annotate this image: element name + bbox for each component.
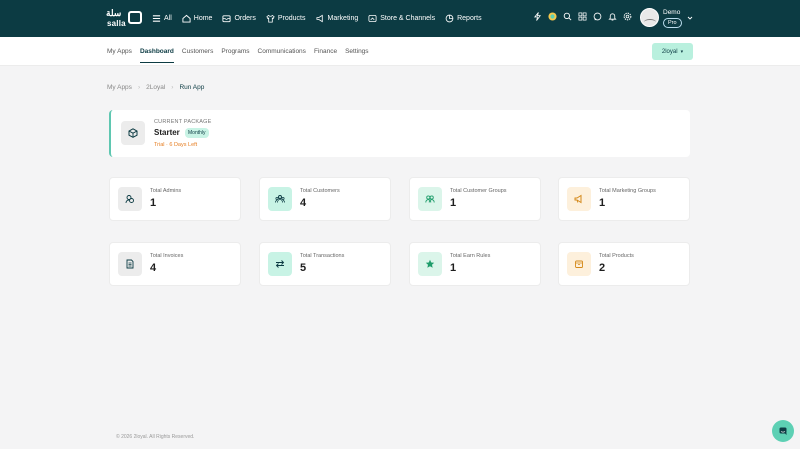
home-icon xyxy=(182,14,191,23)
invoice-icon xyxy=(118,252,142,276)
stat-card-admins: Total Admins 1 xyxy=(109,177,241,221)
top-icons xyxy=(533,12,632,21)
shirt-icon xyxy=(266,14,275,23)
tab-programs[interactable]: Programs xyxy=(221,37,249,66)
stat-value: 1 xyxy=(599,197,606,209)
tab-finance[interactable]: Finance xyxy=(314,37,337,66)
package-period-badge: Monthly xyxy=(185,128,209,138)
nav-reports[interactable]: Reports xyxy=(445,14,482,23)
lightning-icon[interactable] xyxy=(533,12,542,21)
store-icon xyxy=(368,14,377,23)
sub-nav: My Apps Dashboard Customers Programs Com… xyxy=(0,37,800,66)
nav-marketing[interactable]: Marketing xyxy=(315,14,359,23)
footer-copyright: © 2026 2loyal. All Rights Reserved. xyxy=(116,434,195,440)
apps-grid-icon[interactable] xyxy=(578,12,587,21)
box-icon xyxy=(567,252,591,276)
tab-communications[interactable]: Communications xyxy=(258,37,306,66)
transfer-icon xyxy=(268,252,292,276)
admins-icon xyxy=(118,187,142,211)
logo-latin-text: salla xyxy=(107,19,126,28)
megaphone-icon xyxy=(567,187,591,211)
user-name: Demo xyxy=(663,9,681,16)
chat-icon[interactable] xyxy=(593,12,602,21)
avatar[interactable] xyxy=(640,8,659,27)
nav-all-label: All xyxy=(164,15,172,22)
bag-icon xyxy=(128,11,142,24)
support-chat-button[interactable] xyxy=(772,420,794,442)
nav-products-label: Products xyxy=(277,15,306,22)
star-icon xyxy=(418,252,442,276)
stat-card-earn-rules: Total Earn Rules 1 xyxy=(409,242,541,286)
nav-marketing-label: Marketing xyxy=(327,15,359,22)
stat-label: Total Marketing Groups xyxy=(599,188,656,194)
stat-label: Total Earn Rules xyxy=(450,253,491,259)
stat-value: 2 xyxy=(599,262,606,274)
stat-label: Total Transactions xyxy=(300,253,345,259)
stat-value: 4 xyxy=(300,197,307,209)
plan-badge: Pro xyxy=(663,18,682,28)
salla-logo[interactable]: سلة salla xyxy=(106,8,144,30)
stat-card-invoices: Total Invoices 4 xyxy=(109,242,241,286)
customers-icon xyxy=(268,187,292,211)
stat-value: 1 xyxy=(450,262,457,274)
gear-icon[interactable] xyxy=(623,12,632,21)
nav-store-channels[interactable]: Store & Channels xyxy=(368,14,435,23)
app-selector[interactable]: 2loyal ▾ xyxy=(652,43,693,60)
search-icon[interactable] xyxy=(563,12,572,21)
stat-card-customer-groups: Total Customer Groups 1 xyxy=(409,177,541,221)
sub-nav-tabs: My Apps Dashboard Customers Programs Com… xyxy=(107,37,377,66)
breadcrumb-current: Run App xyxy=(179,84,205,91)
stat-value: 5 xyxy=(300,262,307,274)
package-name: Starter xyxy=(154,128,180,137)
tab-dashboard[interactable]: Dashboard xyxy=(139,37,174,66)
stat-label: Total Customers xyxy=(300,188,340,194)
stat-card-products: Total Products 2 xyxy=(558,242,690,286)
breadcrumb: My Apps › 2Loyal › Run App xyxy=(107,84,204,91)
current-package-card: CURRENT PACKAGE Starter Monthly Trial · … xyxy=(109,110,690,157)
main-nav: All Home Orders Products Marketing Store… xyxy=(152,0,492,37)
tab-settings[interactable]: Settings xyxy=(345,37,369,66)
breadcrumb-separator-icon: › xyxy=(137,84,141,91)
nav-home[interactable]: Home xyxy=(182,14,213,23)
nav-home-label: Home xyxy=(193,15,213,22)
inbox-icon xyxy=(222,15,232,23)
stat-card-marketing-groups: Total Marketing Groups 1 xyxy=(558,177,690,221)
chart-icon xyxy=(445,14,454,23)
chat-icon xyxy=(779,427,787,435)
ai-spark-icon[interactable] xyxy=(548,12,557,21)
nav-store-channels-label: Store & Channels xyxy=(380,15,436,22)
groups-icon xyxy=(418,187,442,211)
trial-status: Trial · 6 Days Left xyxy=(154,142,198,148)
tab-my-apps[interactable]: My Apps xyxy=(107,37,132,66)
breadcrumb-app[interactable]: 2Loyal xyxy=(146,84,165,91)
top-bar: سلة salla All Home Orders Products Marke… xyxy=(0,0,800,37)
nav-products[interactable]: Products xyxy=(266,14,306,23)
stat-label: Total Customer Groups xyxy=(450,188,507,194)
nav-orders[interactable]: Orders xyxy=(222,14,256,23)
tab-customers[interactable]: Customers xyxy=(182,37,213,66)
bell-icon[interactable] xyxy=(608,12,617,21)
chevron-down-icon[interactable] xyxy=(687,15,693,21)
app-selector-label: 2loyal xyxy=(661,48,678,55)
stat-label: Total Products xyxy=(599,253,634,259)
stat-label: Total Admins xyxy=(150,188,182,194)
stat-value: 4 xyxy=(150,262,157,274)
stat-card-transactions: Total Transactions 5 xyxy=(259,242,391,286)
package-label: CURRENT PACKAGE xyxy=(154,119,212,125)
breadcrumb-separator-icon: › xyxy=(171,84,174,91)
stat-value: 1 xyxy=(450,197,457,209)
stat-card-customers: Total Customers 4 xyxy=(259,177,391,221)
breadcrumb-my-apps[interactable]: My Apps xyxy=(107,84,132,91)
logo-arabic-text: سلة xyxy=(106,8,122,18)
nav-reports-label: Reports xyxy=(457,15,482,22)
stat-value: 1 xyxy=(150,197,157,209)
nav-all[interactable]: All xyxy=(152,14,172,23)
megaphone-icon xyxy=(315,14,323,23)
package-icon xyxy=(121,121,145,145)
nav-orders-label: Orders xyxy=(234,15,256,22)
menu-icon xyxy=(152,15,161,22)
chevron-down-icon: ▾ xyxy=(680,48,684,55)
stat-label: Total Invoices xyxy=(150,253,184,259)
